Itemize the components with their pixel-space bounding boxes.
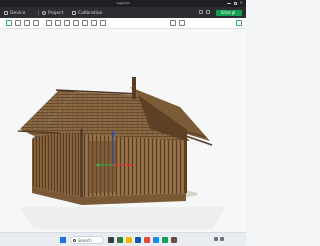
browser-icon[interactable] <box>144 237 150 243</box>
volume-icon[interactable] <box>220 237 224 241</box>
layers-icon[interactable] <box>179 20 185 26</box>
slicer-app-icon[interactable] <box>162 237 168 243</box>
slice-plate-label: Slice pl <box>221 10 236 15</box>
scale-icon[interactable] <box>64 20 70 26</box>
viewport-canvas <box>17 77 226 229</box>
save-icon[interactable] <box>199 10 203 14</box>
app-icon[interactable] <box>117 237 123 243</box>
tab-project-label: Project <box>48 10 64 16</box>
corner-post <box>80 129 83 197</box>
corner-post <box>184 129 187 193</box>
tab-bar: Device Project Calibration Slice pl <box>0 7 246 18</box>
cut-icon[interactable] <box>82 20 88 26</box>
arrange-icon[interactable] <box>33 20 39 26</box>
add-plate-icon[interactable] <box>15 20 21 26</box>
os-taskbar: Search <box>0 232 246 246</box>
tab-calibration-label: Calibration <box>78 10 103 16</box>
rotate-icon[interactable] <box>55 20 61 26</box>
tab-device-label: Device <box>10 10 26 16</box>
orient-icon[interactable] <box>24 20 30 26</box>
tab-calibration[interactable]: Calibration <box>72 9 102 17</box>
slice-plate-button[interactable]: Slice pl <box>216 10 242 16</box>
collapse-icon[interactable] <box>236 20 242 26</box>
window-title: zegerhid <box>116 1 130 5</box>
maximize-button[interactable] <box>233 2 237 5</box>
calibration-icon <box>72 11 76 15</box>
3d-viewport[interactable] <box>0 29 246 232</box>
ridge-post <box>132 77 136 99</box>
tab-divider <box>38 10 39 16</box>
taskbar-search-label: Search <box>78 238 92 243</box>
slicer-window: zegerhid ✕ Device Project Calibration Sl… <box>0 0 246 246</box>
build-plate <box>20 207 226 229</box>
move-icon[interactable] <box>46 20 52 26</box>
edge-icon[interactable] <box>135 237 141 243</box>
title-bar: zegerhid ✕ <box>0 0 246 7</box>
minimize-button[interactable] <box>226 1 231 4</box>
model-toolbar <box>0 18 246 29</box>
store-icon[interactable] <box>153 237 159 243</box>
wifi-icon[interactable] <box>214 237 218 241</box>
taskbar-search[interactable]: Search <box>70 236 104 244</box>
search-icon <box>73 238 76 242</box>
file-explorer-icon[interactable] <box>126 237 132 243</box>
seam-icon[interactable] <box>100 20 106 26</box>
windows-start-icon[interactable] <box>60 237 66 243</box>
project-icon <box>42 11 46 15</box>
task-view-icon[interactable] <box>108 237 114 243</box>
system-tray <box>214 237 224 241</box>
app-icon[interactable] <box>171 237 177 243</box>
settings-icon[interactable] <box>206 10 210 14</box>
tab-device[interactable]: Device <box>4 9 25 17</box>
paint-icon[interactable] <box>91 20 97 26</box>
lay-on-face-icon[interactable] <box>73 20 79 26</box>
close-button[interactable]: ✕ <box>240 1 243 5</box>
view-icon[interactable] <box>170 20 176 26</box>
window-controls: ✕ <box>226 1 243 5</box>
door <box>88 141 116 193</box>
device-icon <box>4 11 8 15</box>
add-model-icon[interactable] <box>6 20 12 26</box>
tab-project[interactable]: Project <box>42 9 63 17</box>
